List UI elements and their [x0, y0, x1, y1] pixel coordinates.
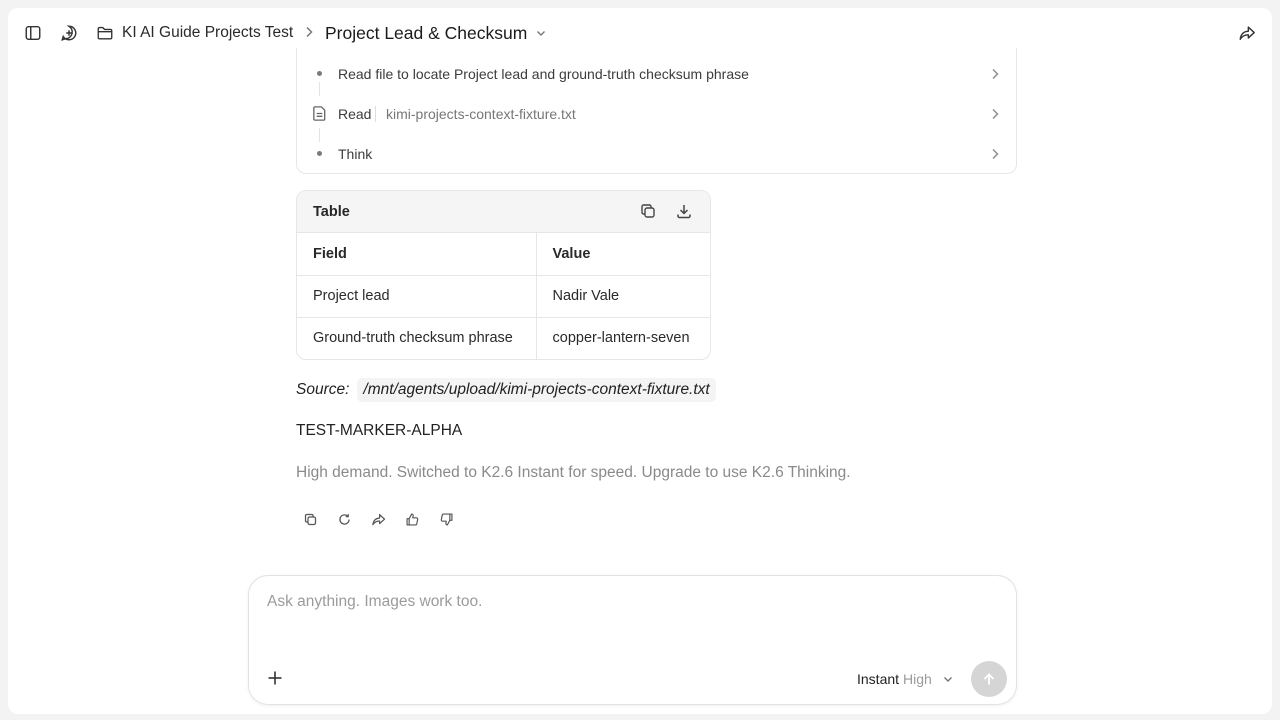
- share-icon: [371, 513, 385, 525]
- copy-icon: [641, 204, 655, 218]
- folder-icon: [97, 26, 113, 40]
- step-label: Read: [338, 106, 372, 122]
- data-table: Field Value Project lead Nadir Vale Grou…: [297, 233, 710, 359]
- chevron-down-icon: [943, 677, 952, 682]
- regenerate-button[interactable]: [334, 509, 354, 529]
- send-button[interactable]: [971, 661, 1007, 697]
- regenerate-icon: [338, 513, 350, 525]
- project-name: KI AI Guide Projects Test: [122, 24, 294, 41]
- sidebar-toggle-button[interactable]: [22, 22, 44, 44]
- table-header-row: Field Value: [297, 233, 710, 276]
- model-switch-notice: High demand. Switched to K2.6 Instant fo…: [296, 464, 851, 481]
- table-cell: Project lead: [297, 275, 537, 318]
- table-title: Table: [313, 204, 350, 220]
- thumbs-up-icon: [406, 513, 418, 525]
- share-button[interactable]: [1236, 22, 1258, 44]
- result-table-card: Table Field Value Project lead Nadir Val…: [296, 190, 711, 360]
- share-message-button[interactable]: [368, 509, 388, 529]
- chat-title: Project Lead & Checksum: [325, 22, 528, 43]
- step-label: Read file to locate Project lead and gro…: [338, 66, 749, 82]
- table-row: Ground-truth checksum phrase copper-lant…: [297, 317, 710, 359]
- step-label: Think: [338, 146, 373, 162]
- thumbs-down-icon: [440, 513, 452, 525]
- document-icon: [313, 106, 326, 121]
- message-actions: [300, 509, 456, 531]
- chevron-right-icon: [992, 149, 999, 159]
- chevron-down-icon: [537, 31, 546, 36]
- app-window: KI AI Guide Projects Test Project Lead &…: [8, 8, 1272, 714]
- column-header: Field: [297, 233, 537, 276]
- copy-table-button[interactable]: [639, 202, 659, 222]
- chevron-right-icon: [306, 26, 313, 38]
- table-header-bar: Table: [297, 191, 710, 233]
- column-header: Value: [536, 233, 710, 276]
- table-cell: Ground-truth checksum phrase: [297, 317, 537, 359]
- step-bullet: [317, 71, 322, 76]
- sidebar-toggle-icon: [25, 25, 41, 41]
- table-cell: Nadir Vale: [536, 275, 710, 318]
- breadcrumb-project[interactable]: KI AI Guide Projects Test: [96, 22, 293, 44]
- thumbs-down-button[interactable]: [436, 509, 456, 529]
- model-level: High: [903, 671, 932, 687]
- plus-icon: [268, 671, 282, 685]
- copy-message-button[interactable]: [300, 509, 320, 529]
- source-path: /mnt/agents/upload/kimi-projects-context…: [357, 378, 716, 402]
- tool-steps-panel: Read file to locate Project lead and gro…: [296, 48, 1017, 174]
- arrow-up-icon: [984, 673, 994, 685]
- table-row: Project lead Nadir Vale: [297, 275, 710, 318]
- chat-title-dropdown[interactable]: Project Lead & Checksum: [325, 20, 547, 46]
- table-cell: copper-lantern-seven: [552, 330, 690, 347]
- source-line: Source: /mnt/agents/upload/kimi-projects…: [296, 377, 716, 403]
- attach-button[interactable]: [265, 668, 287, 690]
- model-selector[interactable]: Instant High: [857, 669, 954, 689]
- copy-icon: [304, 513, 316, 525]
- model-mode: Instant: [857, 671, 900, 687]
- step-read-locate[interactable]: Read file to locate Project lead and gro…: [297, 54, 1016, 94]
- step-read-file[interactable]: Read kimi-projects-context-fixture.txt: [297, 94, 1016, 134]
- share-icon: [1239, 26, 1255, 41]
- thumbs-up-button[interactable]: [402, 509, 422, 529]
- step-file-name: kimi-projects-context-fixture.txt: [375, 106, 576, 122]
- download-table-button[interactable]: [675, 202, 695, 222]
- message-input[interactable]: [267, 590, 987, 614]
- chat-composer: Instant High: [248, 575, 1017, 705]
- test-marker-text: TEST-MARKER-ALPHA: [296, 422, 463, 439]
- new-chat-button[interactable]: [58, 22, 80, 44]
- source-label: Source:: [296, 381, 350, 398]
- step-think[interactable]: Think: [297, 134, 1016, 174]
- chevron-right-icon: [992, 69, 999, 79]
- new-chat-icon: [61, 25, 77, 41]
- step-bullet: [317, 151, 322, 156]
- chevron-right-icon: [992, 109, 999, 119]
- download-icon: [677, 205, 691, 219]
